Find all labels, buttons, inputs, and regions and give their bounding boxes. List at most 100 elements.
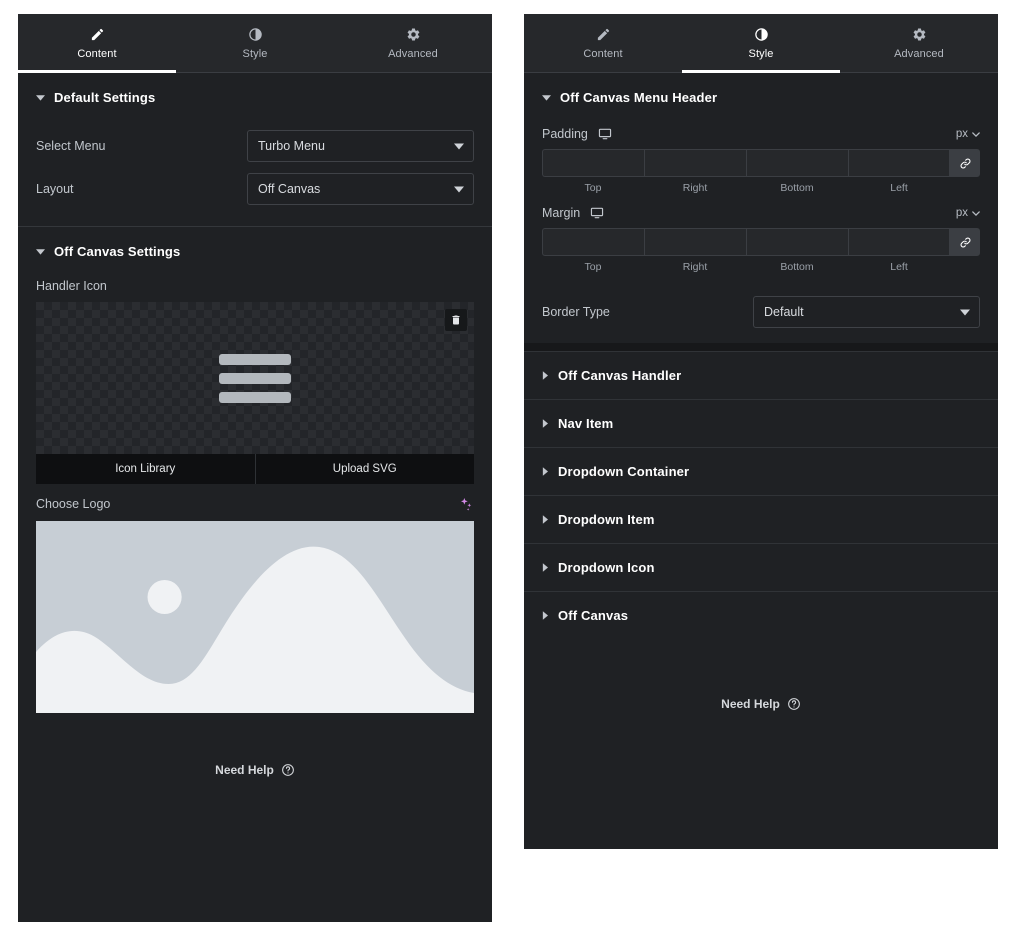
select-menu-label: Select Menu [36,139,106,153]
handler-icon-actions: Icon Library Upload SVG [36,454,474,484]
tab-content[interactable]: Content [524,14,682,72]
gear-icon [912,27,927,42]
margin-top-input[interactable] [542,228,644,256]
choose-logo-label-row: Choose Logo [36,496,474,512]
contrast-icon [754,27,769,42]
desktop-icon[interactable] [598,127,612,141]
margin-unit-selector[interactable]: px [956,207,980,219]
section-nav-item-title: Nav Item [558,416,614,431]
style-settings-panel: Content Style Advanced Off Canvas Menu H… [524,14,998,849]
margin-left-cell: Left [848,228,950,273]
trash-icon[interactable] [445,309,467,331]
padding-unit-value: px [955,128,968,140]
margin-top-label: Top [584,261,602,273]
chevron-right-icon [542,371,548,380]
chevron-down-icon [454,186,464,193]
padding-left-label: Left [890,182,908,194]
style-panel-tabbar: Content Style Advanced [524,14,998,73]
padding-right-input[interactable] [644,149,746,177]
padding-unit-selector[interactable]: px [956,128,980,140]
section-default-settings[interactable]: Default Settings [18,73,492,121]
chevron-down-icon [972,210,980,216]
section-dropdown-item[interactable]: Dropdown Item [524,495,998,543]
off-canvas-settings-body: Handler Icon Icon Library Upload SVG Cho… [18,279,492,777]
off-canvas-menu-header-body: Padding px Top Right Bottom Left Margin … [524,127,998,343]
contrast-icon [248,27,263,42]
section-off-canvas-menu-header-title: Off Canvas Menu Header [560,89,718,105]
margin-dimension-inputs: Top Right Bottom Left [542,228,980,273]
section-nav-item[interactable]: Nav Item [524,399,998,447]
select-menu-value: Turbo Menu [258,139,325,153]
layout-dropdown[interactable]: Off Canvas [247,173,474,205]
need-help-content[interactable]: Need Help [36,763,474,777]
padding-top-label: Top [584,182,602,194]
chevron-down-icon [36,93,45,102]
layout-label: Layout [36,182,74,196]
upload-svg-button[interactable]: Upload SVG [254,454,474,484]
content-panel-body: Default Settings Select Menu Turbo Menu [18,73,492,777]
row-border-type: Border Type Default [542,295,980,329]
tab-content[interactable]: Content [18,14,176,73]
tab-advanced[interactable]: Advanced [334,14,492,72]
layout-value: Off Canvas [258,182,321,196]
section-off-canvas-settings[interactable]: Off Canvas Settings [18,227,492,275]
hamburger-bars-icon [219,353,291,403]
margin-right-cell: Right [644,228,746,273]
margin-bottom-label: Bottom [780,261,814,273]
chevron-right-icon [542,611,548,620]
sparkle-ai-icon[interactable] [458,496,474,512]
padding-bottom-cell: Bottom [746,149,848,194]
margin-right-input[interactable] [644,228,746,256]
section-dropdown-container[interactable]: Dropdown Container [524,447,998,495]
image-placeholder-icon [36,521,474,713]
icon-library-button[interactable]: Icon Library [36,454,255,484]
section-off-canvas-handler[interactable]: Off Canvas Handler [524,351,998,399]
handler-icon-label-row: Handler Icon [36,279,474,293]
need-help-label: Need Help [721,697,780,711]
pencil-icon [596,27,611,42]
tab-advanced-label: Advanced [894,47,944,60]
layout-control: Off Canvas [247,173,474,205]
margin-unit-value: px [955,207,968,219]
padding-right-cell: Right [644,149,746,194]
margin-bottom-cell: Bottom [746,228,848,273]
margin-label: Margin [542,206,581,220]
tab-style[interactable]: Style [176,14,334,72]
chevron-right-icon [542,515,548,524]
tab-advanced[interactable]: Advanced [840,14,998,72]
section-dropdown-container-title: Dropdown Container [558,464,690,479]
tab-advanced-label: Advanced [388,47,438,60]
border-type-dropdown[interactable]: Default [753,296,980,328]
choose-logo-label: Choose Logo [36,497,111,511]
padding-bottom-input[interactable] [746,149,848,177]
select-menu-dropdown[interactable]: Turbo Menu [247,130,474,162]
padding-field-head: Padding px [542,127,980,141]
content-panel-tabbar: Content Style Advanced [18,14,492,73]
margin-right-label: Right [682,261,708,273]
padding-link-icon[interactable] [950,149,980,177]
margin-bottom-input[interactable] [746,228,848,256]
style-panel-body: Off Canvas Menu Header Padding px Top Ri… [524,73,998,711]
section-off-canvas[interactable]: Off Canvas [524,591,998,639]
margin-link-icon[interactable] [950,228,980,256]
chevron-right-icon [542,563,548,572]
need-help-style[interactable]: Need Help [524,697,998,711]
default-settings-body: Select Menu Turbo Menu Layout Off Canvas [18,121,492,226]
margin-left-input[interactable] [848,228,950,256]
padding-left-input[interactable] [848,149,950,177]
padding-top-input[interactable] [542,149,644,177]
desktop-icon[interactable] [590,206,604,220]
section-off-canvas-title: Off Canvas [558,608,629,623]
section-off-canvas-menu-header[interactable]: Off Canvas Menu Header [524,73,998,121]
handler-icon-preview[interactable] [36,302,474,454]
padding-label: Padding [542,127,588,141]
section-dropdown-icon-title: Dropdown Icon [558,560,655,575]
section-dropdown-icon[interactable]: Dropdown Icon [524,543,998,591]
logo-image-placeholder[interactable] [36,521,474,713]
tab-style[interactable]: Style [682,14,840,73]
section-group-divider [524,343,998,351]
border-type-label: Border Type [542,305,610,319]
tab-content-label: Content [77,47,117,60]
section-off-canvas-settings-title: Off Canvas Settings [54,243,181,259]
row-layout: Layout Off Canvas [36,172,474,206]
